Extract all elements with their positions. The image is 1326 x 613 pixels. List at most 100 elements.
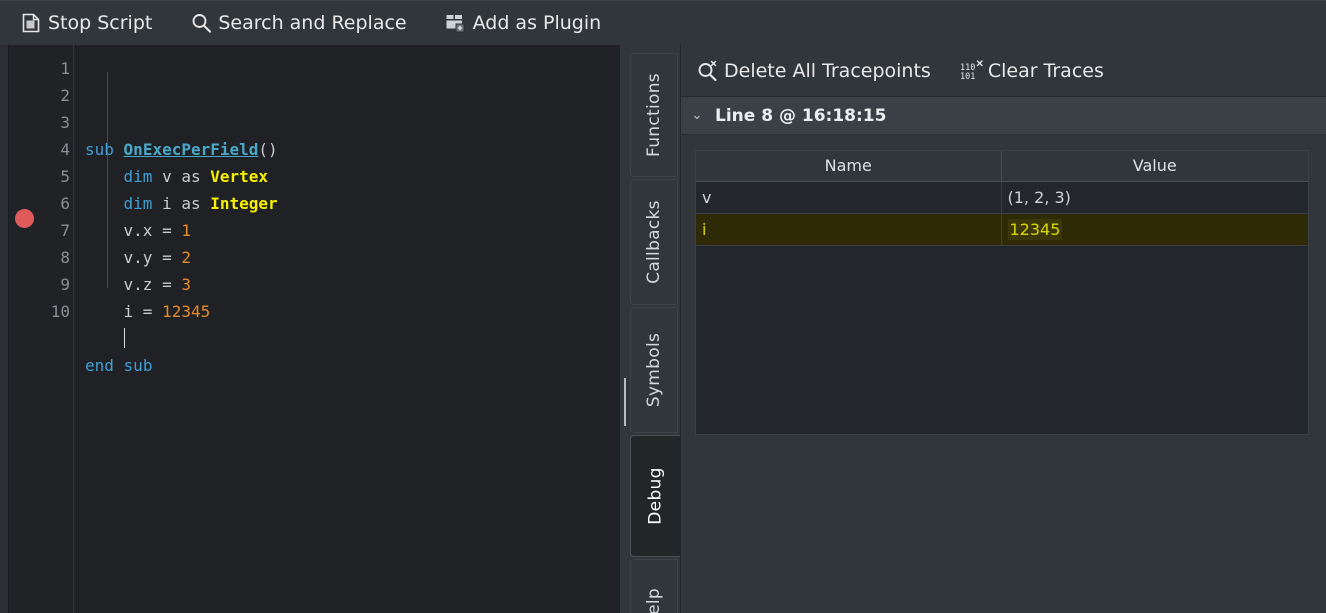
- code-token: i =: [85, 302, 163, 321]
- code-line[interactable]: sub OnExecPerField(): [85, 136, 620, 163]
- column-header-value[interactable]: Value: [1001, 151, 1308, 182]
- clear-traces-label: Clear Traces: [987, 59, 1104, 82]
- stop-script-label: Stop Script: [48, 11, 153, 34]
- sidebar-tab-label: Callbacks: [644, 200, 665, 284]
- clear-traces-button[interactable]: 110 101 Clear Traces: [953, 53, 1110, 89]
- code-token: dim: [123, 167, 153, 186]
- trace-variable-value: (1, 2, 3): [1001, 181, 1308, 214]
- add-as-plugin-label: Add as Plugin: [472, 11, 602, 34]
- search-and-replace-label: Search and Replace: [218, 11, 407, 34]
- application-window: Stop Script Search and Replace Add as Pl…: [0, 0, 1326, 613]
- line-number: 5: [60, 167, 70, 186]
- delete-all-tracepoints-label: Delete All Tracepoints: [724, 59, 931, 82]
- code-line[interactable]: [85, 325, 620, 352]
- line-number-gutter: 1 2 3 4 5 6 7 8 9 10: [39, 45, 74, 613]
- column-header-name[interactable]: Name: [696, 151, 1002, 182]
- code-token: dim: [123, 194, 153, 213]
- code-text-area[interactable]: sub OnExecPerField() dim v as Vertex dim…: [74, 45, 620, 613]
- chevron-down-icon[interactable]: ⌄: [691, 108, 703, 123]
- code-token: sub: [85, 140, 114, 159]
- code-token: Vertex: [210, 167, 269, 186]
- trace-variable-value: 12345: [1001, 213, 1308, 246]
- sidebar-tab-label: Functions: [644, 73, 664, 157]
- code-line[interactable]: dim v as Vertex: [85, 163, 620, 190]
- code-line[interactable]: v.y = 2: [85, 244, 620, 271]
- code-token: as: [181, 167, 201, 186]
- line-number: 1: [60, 59, 70, 78]
- line-number: 6: [60, 194, 70, 213]
- sidebar-tab-symbols[interactable]: Symbols: [630, 307, 678, 433]
- breakpoint-gutter[interactable]: [9, 45, 39, 613]
- code-line[interactable]: i = 12345: [85, 298, 620, 325]
- sidebar-tab-label: Debug: [646, 467, 666, 525]
- search-replace-icon: [188, 10, 214, 36]
- code-line[interactable]: end sub: [85, 352, 620, 379]
- code-token: sub: [123, 356, 153, 375]
- trace-variable-name: v: [696, 181, 1002, 214]
- trace-variable-name: i: [696, 213, 1002, 246]
- line-number: 7: [60, 221, 70, 240]
- sidebar-tab-label: Symbols: [644, 332, 665, 408]
- add-as-plugin-button[interactable]: Add as Plugin: [437, 6, 608, 40]
- code-token: v.z =: [85, 275, 182, 294]
- code-token: v.y =: [85, 248, 182, 267]
- code-token: end: [85, 356, 114, 375]
- code-line[interactable]: [85, 379, 620, 406]
- table-header-row: Name Value: [696, 151, 1308, 182]
- add-plugin-icon: [443, 10, 469, 36]
- code-token: Integer: [210, 194, 278, 213]
- code-line[interactable]: v.x = 1: [85, 217, 620, 244]
- value-chip: 12345: [1007, 218, 1063, 240]
- table-row[interactable]: v (1, 2, 3): [696, 181, 1308, 214]
- code-token: v.x =: [85, 221, 182, 240]
- debug-toolbar: Delete All Tracepoints 110 101 Clear Tra…: [681, 45, 1326, 97]
- sidebar-tab-callbacks[interactable]: Callbacks: [630, 179, 678, 305]
- svg-text:101: 101: [960, 72, 975, 82]
- code-line[interactable]: dim i as Integer: [85, 190, 620, 217]
- code-token: v: [152, 167, 182, 186]
- sidebar-tab-debug[interactable]: Debug: [630, 435, 682, 557]
- code-token: OnExecPerField: [123, 140, 259, 159]
- debug-panel: Delete All Tracepoints 110 101 Clear Tra…: [680, 45, 1326, 613]
- sidebar-tab-help[interactable]: Help: [630, 559, 678, 613]
- splitter-handle[interactable]: [624, 378, 626, 426]
- code-token: i: [152, 194, 182, 213]
- code-token: 3: [181, 275, 191, 294]
- delete-tracepoints-icon: [695, 58, 721, 84]
- trace-group-title: Line 8 @ 16:18:15: [715, 105, 887, 126]
- script-editor[interactable]: 1 2 3 4 5 6 7 8 9 10 sub OnExecPerField() dim v a…: [0, 45, 620, 613]
- trace-variables-table: Name Value v (1, 2, 3) i 12345: [695, 150, 1309, 435]
- clear-traces-icon: 110 101: [959, 58, 985, 84]
- line-number: 4: [60, 140, 70, 159]
- side-tab-bar: Functions Callbacks Symbols Debug Help: [630, 45, 682, 613]
- line-number: 3: [60, 113, 70, 132]
- sidebar-tab-label: Help: [644, 588, 664, 613]
- code-token: 2: [181, 248, 191, 267]
- stop-script-button[interactable]: Stop Script: [12, 6, 158, 40]
- line-number: 10: [50, 302, 70, 321]
- table-row[interactable]: i 12345: [696, 213, 1308, 246]
- trace-group-header[interactable]: ⌄ Line 8 @ 16:18:15: [681, 97, 1326, 135]
- delete-all-tracepoints-button[interactable]: Delete All Tracepoints: [689, 53, 937, 89]
- breakpoint-marker-icon[interactable]: [15, 209, 34, 228]
- search-and-replace-button[interactable]: Search and Replace: [182, 6, 412, 40]
- code-token: 1: [181, 221, 191, 240]
- panel-splitter[interactable]: [620, 45, 630, 613]
- line-number: 9: [60, 275, 70, 294]
- text-cursor: [123, 328, 125, 348]
- line-number: 2: [60, 86, 70, 105]
- code-line[interactable]: v.z = 3: [85, 271, 620, 298]
- code-token: as: [181, 194, 201, 213]
- editor-left-strip: [0, 45, 9, 613]
- sidebar-tab-functions[interactable]: Functions: [630, 53, 678, 177]
- line-number: 8: [60, 248, 70, 267]
- code-token: (): [258, 140, 278, 159]
- main-toolbar: Stop Script Search and Replace Add as Pl…: [0, 0, 1326, 45]
